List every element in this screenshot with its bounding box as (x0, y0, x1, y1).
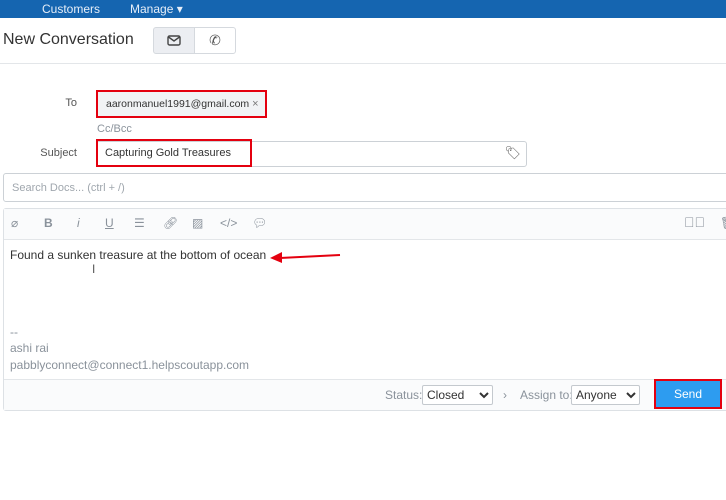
subject-value: Capturing Gold Treasures (105, 147, 231, 159)
annotation-arrow (270, 252, 341, 263)
link-icon[interactable]: 🔗︎ (163, 216, 178, 230)
email-mode-button[interactable] (153, 27, 195, 54)
subject-input[interactable]: Capturing Gold Treasures (96, 139, 252, 167)
phone-icon: ✆ (209, 32, 221, 48)
subject-label: Subject (40, 147, 77, 159)
nav-customers[interactable]: Customers (42, 2, 100, 16)
search-docs-input[interactable]: Search Docs... (ctrl + /) (3, 173, 726, 202)
recipient-email: aaronmanuel1991@gmail.com (106, 98, 250, 110)
remove-recipient-icon[interactable]: × (252, 98, 258, 110)
message-body[interactable]: Found a sunken treasure at the bottom of… (10, 248, 266, 262)
list-icon[interactable]: ☰ (134, 216, 145, 230)
top-nav: Customers Manage ▾ (0, 0, 726, 18)
italic-icon[interactable]: i (77, 216, 80, 230)
to-label: To (65, 97, 77, 109)
assign-label: Assign to: (520, 388, 573, 402)
underline-icon[interactable]: U (105, 216, 114, 230)
check-circle-icon[interactable]: ✓⃝ (684, 214, 705, 230)
tag-icon[interactable]: 🏷 (504, 145, 521, 161)
status-label: Status: (385, 388, 423, 402)
nav-manage[interactable]: Manage ▾ (130, 2, 183, 16)
send-button[interactable]: Send (654, 379, 722, 409)
signature-separator: -- (10, 325, 18, 339)
signature-name: ashi rai (10, 341, 49, 355)
search-placeholder: Search Docs... (ctrl + /) (12, 181, 125, 194)
chevron-right-icon: › (503, 388, 507, 402)
image-icon[interactable]: ▨ (192, 216, 203, 230)
mail-icon (167, 35, 181, 46)
saved-reply-icon[interactable]: 💬︎ (252, 216, 267, 230)
trash-icon[interactable]: 🗑︎ (720, 216, 726, 230)
code-icon[interactable]: </> (220, 216, 237, 230)
status-select[interactable]: Closed (422, 385, 493, 405)
to-recipient-chip[interactable]: aaronmanuel1991@gmail.com × (96, 90, 267, 118)
divider (0, 63, 726, 64)
attach-icon[interactable]: ⌀ (11, 216, 18, 230)
page-title: New Conversation (3, 31, 134, 48)
bold-icon[interactable]: B (44, 216, 53, 230)
assign-select[interactable]: Anyone (571, 385, 640, 405)
signature-email: pabblyconnect@connect1.helpscoutapp.com (10, 358, 250, 372)
phone-mode-button[interactable]: ✆ (194, 27, 236, 54)
text-cursor-icon: I (92, 262, 96, 276)
cc-bcc-link[interactable]: Cc/Bcc (97, 123, 132, 135)
